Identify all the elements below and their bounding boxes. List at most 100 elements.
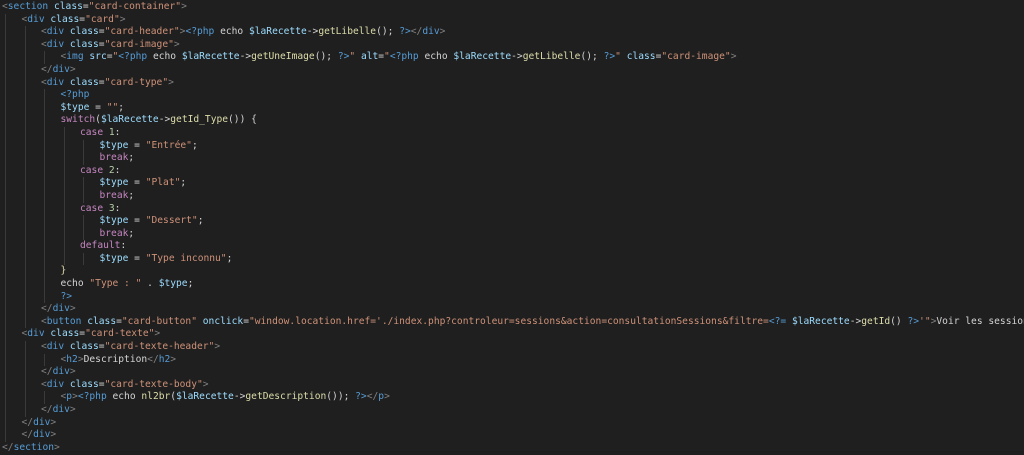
code-line[interactable]: break; xyxy=(2,227,1024,241)
code-token: $type xyxy=(99,252,129,264)
code-line-content: <div class="card"> xyxy=(22,14,126,27)
code-line-content: $type = "Entrée"; xyxy=(100,140,198,153)
indent-guide xyxy=(83,252,84,266)
code-line[interactable]: <div class="card-texte-header"> xyxy=(2,341,1024,354)
code-line[interactable]: ?> xyxy=(2,290,1024,304)
indent-guide xyxy=(63,240,65,253)
code-line-content: </div> xyxy=(22,417,57,430)
code-token: -> xyxy=(511,51,523,63)
code-line[interactable]: <img src="<?php echo $laRecette->getUneI… xyxy=(2,51,1024,64)
code-token: default xyxy=(80,240,121,252)
code-token: getId xyxy=(861,315,891,327)
code-token: > xyxy=(384,391,390,403)
code-token: "Type inconnu" xyxy=(145,252,227,264)
code-token: h2 xyxy=(158,353,171,365)
indent-guide xyxy=(63,252,65,266)
code-line[interactable]: </div> xyxy=(2,366,1024,379)
indent-guide xyxy=(24,366,26,379)
code-token: = xyxy=(128,215,146,227)
code-line[interactable]: $type = "Type inconnu"; xyxy=(2,252,1024,266)
code-line[interactable]: <div class="card-texte-body"> xyxy=(2,378,1024,392)
code-line[interactable]: </div> xyxy=(2,404,1024,417)
indent-guide xyxy=(5,26,6,39)
code-token: getDescription xyxy=(245,391,327,403)
code-line[interactable]: </div> xyxy=(2,63,1024,77)
code-line[interactable]: <div class="card-header"><?php echo $laR… xyxy=(2,26,1024,39)
indent-guide xyxy=(5,38,6,52)
indent-guide xyxy=(5,152,6,165)
code-line[interactable]: $type = "Plat"; xyxy=(2,177,1024,190)
indent-guide xyxy=(24,404,26,417)
indent-guide xyxy=(5,416,6,430)
code-line[interactable]: $type = "Entrée"; xyxy=(2,139,1024,153)
code-token: "card-image" xyxy=(104,38,174,50)
code-line[interactable]: case 2: xyxy=(2,164,1024,178)
indent-guide xyxy=(5,252,6,266)
code-token: ()) { xyxy=(228,114,257,126)
code-line-content: </div> xyxy=(41,366,76,379)
code-line[interactable]: </section> xyxy=(2,442,1024,455)
code-line[interactable]: } xyxy=(2,265,1024,279)
code-token: $type xyxy=(99,177,129,189)
code-token: ; xyxy=(128,152,135,164)
code-token: div xyxy=(46,378,65,390)
code-token: class xyxy=(69,378,99,390)
code-token: > xyxy=(69,303,76,315)
code-line[interactable]: $type = "Dessert"; xyxy=(2,215,1024,228)
indent-guide xyxy=(24,139,26,153)
code-line-content: <h2>Description</h2> xyxy=(61,354,177,367)
code-line[interactable]: $type = ""; xyxy=(2,101,1024,115)
code-token: <?php xyxy=(185,26,215,38)
code-line-content: </div> xyxy=(41,303,76,316)
code-line[interactable]: <div class="card-texte"> xyxy=(2,328,1024,342)
code-line[interactable]: case 3: xyxy=(2,202,1024,216)
code-line[interactable]: </div> xyxy=(2,429,1024,442)
code-token: > xyxy=(202,378,209,390)
indent-guide xyxy=(24,215,26,228)
code-lines[interactable]: <section class="card-container"> <div cla… xyxy=(2,1,1024,454)
code-token: = xyxy=(128,252,146,264)
code-token: > xyxy=(439,26,446,38)
code-line[interactable]: </div> xyxy=(2,416,1024,430)
code-token: button xyxy=(46,315,82,327)
code-token: -> xyxy=(233,391,246,403)
indent-guide xyxy=(63,152,65,165)
code-token: img xyxy=(66,51,84,63)
code-token: case xyxy=(80,164,104,176)
code-line[interactable]: <h2>Description</h2> xyxy=(2,353,1024,367)
code-line[interactable]: <div class="card-type"> xyxy=(2,76,1024,90)
code-line[interactable]: <?php xyxy=(2,89,1024,102)
code-line[interactable]: break; xyxy=(2,152,1024,165)
indent-guide xyxy=(44,227,45,241)
code-line[interactable]: switch($laRecette->getId_Type()) { xyxy=(2,114,1024,127)
indent-guide xyxy=(83,189,84,203)
indent-guide xyxy=(5,139,6,153)
indent-guide xyxy=(44,51,45,64)
code-line[interactable]: break; xyxy=(2,189,1024,203)
code-line[interactable]: default: xyxy=(2,240,1024,253)
indent-guide xyxy=(44,89,45,102)
code-line-content: </div> xyxy=(41,404,76,417)
code-token: "card-texte-body" xyxy=(104,378,203,390)
code-token: } xyxy=(60,265,67,277)
code-editor[interactable]: <section class="card-container"> <div cla… xyxy=(0,0,1024,455)
code-token: div xyxy=(52,404,70,415)
code-token: </ xyxy=(41,366,53,378)
indent-guide xyxy=(24,353,26,367)
code-line[interactable]: echo "Type : " . $type; xyxy=(2,278,1024,291)
code-line[interactable]: <button class="card-button" onclick="win… xyxy=(2,315,1024,329)
code-line-content: <section class="card-container"> xyxy=(2,1,187,14)
indent-guide xyxy=(63,189,65,203)
code-line-content: case 3: xyxy=(80,203,120,216)
code-line[interactable]: <div class="card-image"> xyxy=(2,38,1024,52)
code-line[interactable]: <section class="card-container"> xyxy=(2,1,1024,14)
code-line-content: <div class="card-image"> xyxy=(41,39,180,52)
indent-guide xyxy=(24,164,26,178)
code-line[interactable]: </div> xyxy=(2,303,1024,316)
indent-guide xyxy=(24,252,26,266)
code-line[interactable]: <div class="card"> xyxy=(2,13,1024,27)
code-token: ; xyxy=(197,215,204,227)
code-token: > xyxy=(54,441,60,453)
code-line[interactable]: case 1: xyxy=(2,126,1024,140)
code-line[interactable]: <p><?php echo nl2br($laRecette->getDescr… xyxy=(2,391,1024,404)
